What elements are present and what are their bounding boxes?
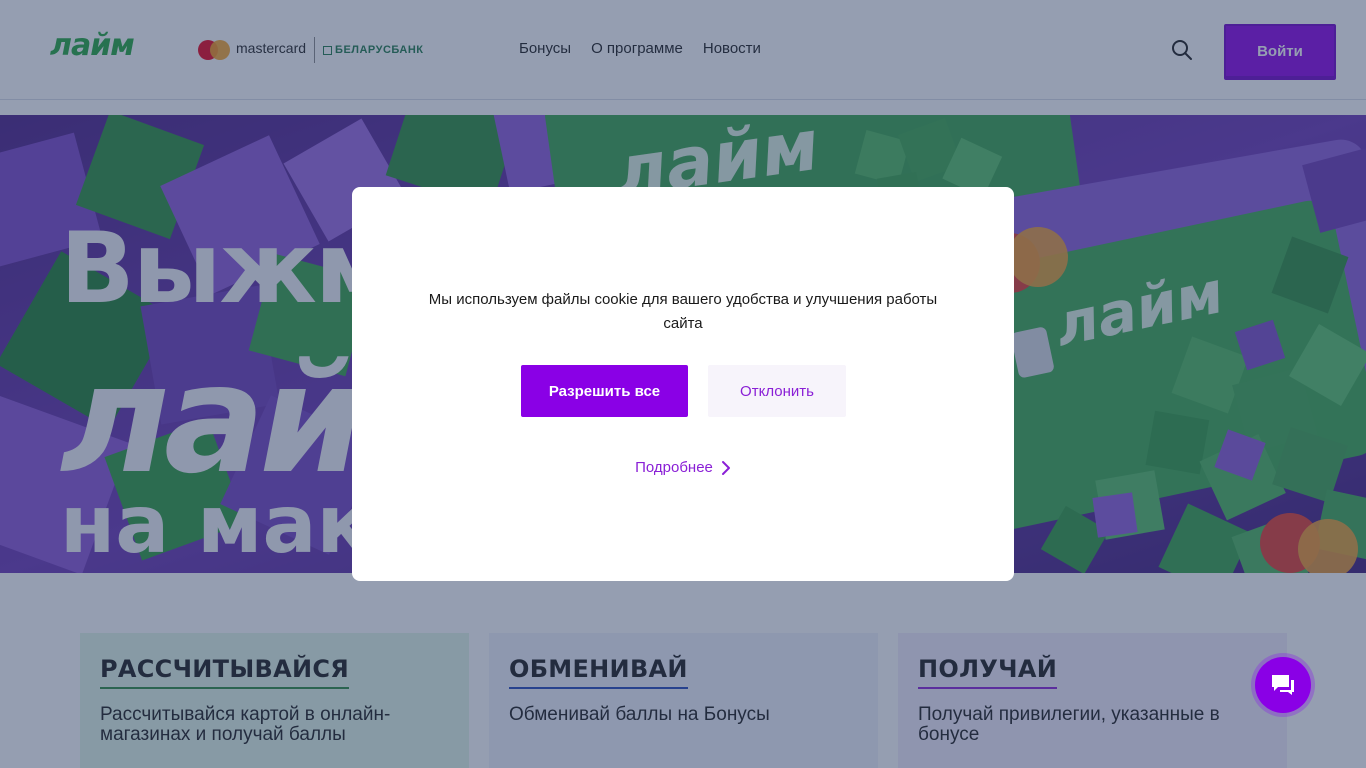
chat-button[interactable] [1251,653,1315,717]
cookie-details-label: Подробнее [635,459,713,476]
chevron-right-icon [721,460,730,475]
cookie-message: Мы используем файлы cookie для вашего уд… [428,291,938,332]
chat-button-inner [1255,657,1311,713]
allow-all-cookies-button[interactable]: Разрешить все [521,365,688,417]
cookie-details-link[interactable]: Подробнее [352,459,1014,476]
chat-icon [1272,675,1294,695]
cookie-consent-modal: Мы используем файлы cookie для вашего уд… [352,187,1014,581]
decline-cookies-button[interactable]: Отклонить [708,365,846,417]
